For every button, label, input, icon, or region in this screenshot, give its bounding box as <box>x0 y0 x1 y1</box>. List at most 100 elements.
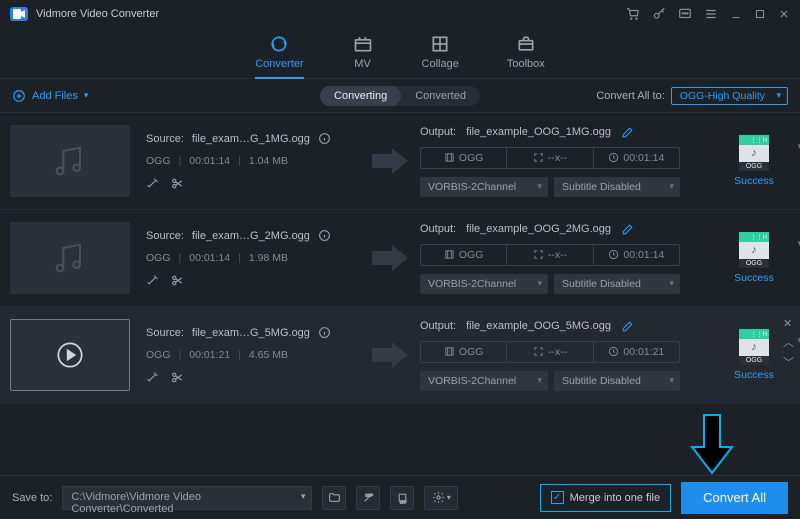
app-logo-icon <box>10 7 28 21</box>
move-up-icon[interactable]: ︿ <box>783 334 794 350</box>
source-duration: 00:01:14 <box>189 155 230 167</box>
tab-label: Collage <box>422 58 459 70</box>
tab-label: MV <box>354 58 371 70</box>
pill-converting[interactable]: Converting <box>320 86 401 106</box>
edit-icon[interactable] <box>621 126 634 139</box>
tab-label: Toolbox <box>507 58 545 70</box>
list-item[interactable]: Source: file_exam…G_1MG.ogg OGG| 00:01:1… <box>0 113 800 210</box>
wand-icon[interactable] <box>146 177 159 190</box>
expand-icon <box>533 346 544 357</box>
subtitle-select[interactable]: Subtitle Disabled <box>554 371 680 391</box>
save-path-select[interactable]: C:\Vidmore\Vidmore Video Converter\Conve… <box>62 486 312 510</box>
convert-all-button[interactable]: Convert All <box>681 482 788 514</box>
folder-icon <box>328 491 341 504</box>
source-filename: file_exam…G_5MG.ogg <box>192 327 310 339</box>
file-list: Source: file_exam…G_1MG.ogg OGG| 00:01:1… <box>0 113 800 455</box>
source-size: 1.04 MB <box>249 155 288 167</box>
thumbnail[interactable] <box>10 222 130 294</box>
feedback-icon[interactable] <box>678 7 692 21</box>
clock-icon <box>608 152 619 163</box>
play-icon <box>56 341 84 369</box>
output-format: OGG <box>459 346 484 358</box>
source-format: OGG <box>146 155 171 167</box>
tab-mv[interactable]: MV <box>352 34 374 78</box>
info-icon[interactable] <box>318 326 331 339</box>
app-title: Vidmore Video Converter <box>36 8 159 20</box>
thumbnail[interactable] <box>10 125 130 197</box>
expand-icon <box>533 152 544 163</box>
note-icon: ♪ <box>751 147 757 159</box>
open-folder-button[interactable] <box>322 486 346 510</box>
format-badge[interactable]: ⋮⋮H ♪ OGG <box>739 329 769 365</box>
tab-collage[interactable]: Collage <box>422 34 459 78</box>
minimize-icon[interactable] <box>730 8 742 20</box>
pill-converted[interactable]: Converted <box>401 86 480 106</box>
wand-off-icon: OFF <box>362 491 375 504</box>
hd-tag-icon: ⋮⋮H <box>739 135 769 145</box>
hd-tag-icon: ⋮⋮H <box>739 329 769 339</box>
output-meta: OGG --x-- 00:01:21 <box>420 341 680 363</box>
merge-checkbox[interactable]: ✓ Merge into one file <box>540 484 672 512</box>
status-text: Success <box>734 369 774 381</box>
item-controls: ✕ ︿ ﹀ <box>783 317 794 370</box>
gear-icon <box>432 491 445 504</box>
format-badge[interactable]: ⋮⋮H ♪ OGG <box>739 232 769 268</box>
menu-icon[interactable] <box>704 7 718 21</box>
tab-toolbox[interactable]: Toolbox <box>507 34 545 78</box>
scissors-icon[interactable] <box>171 274 184 287</box>
format-badge[interactable]: ⋮⋮H ♪ OGG <box>739 135 769 171</box>
edit-icon[interactable] <box>621 320 634 333</box>
hd-tag-icon: ⋮⋮H <box>739 232 769 242</box>
badge-ext: OGG <box>739 259 769 268</box>
merge-label: Merge into one file <box>570 492 661 504</box>
film-icon <box>444 152 455 163</box>
source-format: OGG <box>146 349 171 361</box>
output-resolution: --x-- <box>548 249 567 261</box>
source-format: OGG <box>146 252 171 264</box>
list-item[interactable]: Source: file_exam…G_5MG.ogg OGG| 00:01:2… <box>0 307 800 404</box>
toolbar: Add Files ▾ Converting Converted Convert… <box>0 79 800 113</box>
convert-all-format-select[interactable]: OGG-High Quality <box>671 87 788 105</box>
close-icon[interactable] <box>778 8 790 20</box>
add-files-button[interactable]: Add Files ▾ <box>12 89 88 103</box>
output-resolution: --x-- <box>548 346 567 358</box>
info-icon[interactable] <box>318 132 331 145</box>
thumbnail[interactable] <box>10 319 130 391</box>
output-duration: 00:01:21 <box>623 346 664 358</box>
subtitle-select[interactable]: Subtitle Disabled <box>554 274 680 294</box>
effects-toggle-button[interactable]: OFF <box>356 486 380 510</box>
chevron-down-icon: ▾ <box>447 493 451 502</box>
move-down-icon[interactable]: ﹀ <box>783 354 794 370</box>
maximize-icon[interactable] <box>754 8 766 20</box>
music-notes-icon <box>50 238 90 278</box>
cart-icon[interactable] <box>626 7 640 21</box>
edit-icon[interactable] <box>621 223 634 236</box>
codec-select[interactable]: VORBIS-2Channel <box>420 177 548 197</box>
scissors-icon[interactable] <box>171 177 184 190</box>
clock-icon <box>608 346 619 357</box>
converter-icon <box>268 34 290 54</box>
list-item[interactable]: Source: file_exam…G_2MG.ogg OGG| 00:01:1… <box>0 210 800 307</box>
status-text: Success <box>734 272 774 284</box>
badge-ext: OGG <box>739 162 769 171</box>
output-format: OGG <box>459 249 484 261</box>
mv-icon <box>352 34 374 54</box>
gpu-toggle-button[interactable]: OFF <box>390 486 414 510</box>
wand-icon[interactable] <box>146 371 159 384</box>
note-icon: ♪ <box>751 244 757 256</box>
collage-icon <box>429 34 451 54</box>
arrow-right-icon <box>370 340 410 370</box>
codec-select[interactable]: VORBIS-2Channel <box>420 371 548 391</box>
codec-select[interactable]: VORBIS-2Channel <box>420 274 548 294</box>
key-icon[interactable] <box>652 7 666 21</box>
settings-button[interactable]: ▾ <box>424 486 458 510</box>
add-files-label: Add Files <box>32 90 78 102</box>
tab-converter[interactable]: Converter <box>255 34 303 78</box>
remove-item-icon[interactable]: ✕ <box>783 317 794 330</box>
info-icon[interactable] <box>318 229 331 242</box>
wand-icon[interactable] <box>146 274 159 287</box>
output-filename: file_example_OOG_5MG.ogg <box>466 320 611 332</box>
svg-text:OFF: OFF <box>400 500 407 504</box>
scissors-icon[interactable] <box>171 371 184 384</box>
subtitle-select[interactable]: Subtitle Disabled <box>554 177 680 197</box>
